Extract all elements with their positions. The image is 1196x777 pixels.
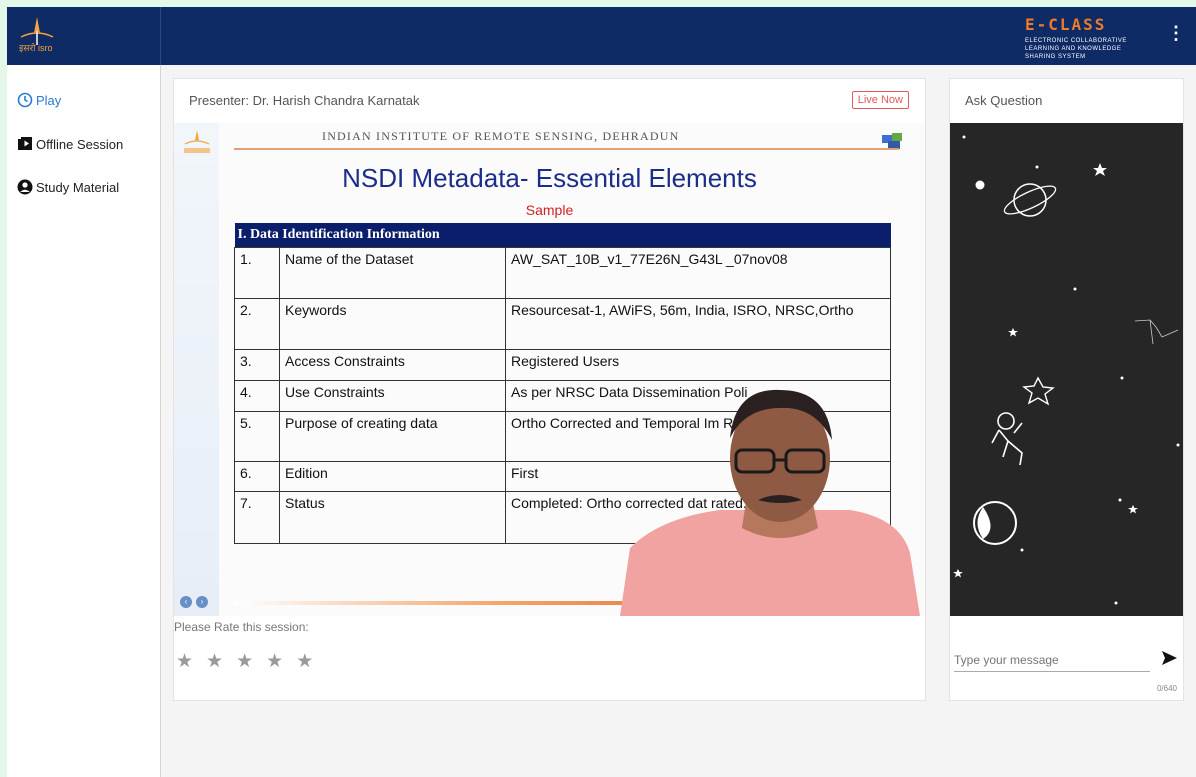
star-icon[interactable]: ★ [206, 652, 223, 671]
slide-header-divider [234, 148, 899, 150]
row-number: 4. [234, 380, 280, 412]
row-field-name: Use Constraints [279, 380, 506, 412]
user-circle-icon [17, 179, 33, 195]
star-icon[interactable]: ★ [296, 652, 313, 671]
video-stream[interactable]: INDIAN INSTITUTE OF REMOTE SENSING, DEHR… [174, 123, 925, 616]
row-field-name: Keywords [279, 298, 506, 350]
space-doodle-background [953, 135, 1180, 605]
sidebar-item-study-material[interactable]: Study Material [17, 179, 119, 195]
slide-side-strip [174, 123, 219, 616]
ask-question-title: Ask Question [965, 93, 1043, 108]
row-field-value: Resourcesat-1, AWiFS, 56m, India, ISRO, … [505, 298, 891, 350]
table-row: 3. Access Constraints Registered Users [234, 349, 891, 381]
kebab-menu-icon[interactable]: ⋮ [1167, 23, 1185, 44]
clock-icon [17, 92, 33, 108]
eclass-brand: E-CLASS ELECTRONIC COLLABORATIVE LEARNIN… [1025, 15, 1150, 60]
eclass-tagline: ELECTRONIC COLLABORATIVE LEARNING AND KN… [1025, 38, 1127, 60]
live-now-badge[interactable]: Live Now [851, 91, 909, 109]
presenter-camera-feed [620, 389, 920, 616]
row-number: 7. [234, 491, 280, 544]
slide-subtitle: Sample [525, 202, 574, 218]
rating-stars[interactable]: ★ ★ ★ ★ ★ [176, 652, 313, 671]
row-number: 2. [234, 298, 280, 350]
slide-prev-icon[interactable]: ‹ [180, 596, 192, 608]
star-icon[interactable]: ★ [236, 652, 253, 671]
table-row: 2. Keywords Resourcesat-1, AWiFS, 56m, I… [234, 298, 891, 350]
row-field-name: Purpose of creating data [279, 411, 506, 462]
row-field-value: AW_SAT_10B_v1_77E26N_G43L _07nov08 [505, 247, 891, 299]
isro-logo[interactable]: इसरो isro [7, 7, 161, 65]
slide-next-icon[interactable]: › [196, 596, 208, 608]
sidebar: Play Offline Session Study Material [7, 65, 161, 777]
table-row: 1. Name of the Dataset AW_SAT_10B_v1_77E… [234, 247, 891, 299]
slide-title: NSDI Metadata- Essential Elements [342, 163, 757, 193]
sidebar-item-label: Study Material [36, 179, 120, 195]
top-header: इसरो isro E-CLASS ELECTRONIC COLLABORATI… [7, 7, 1196, 65]
row-field-name: Name of the Dataset [279, 247, 506, 299]
star-icon[interactable]: ★ [266, 652, 283, 671]
sidebar-item-offline-session[interactable]: Offline Session [17, 136, 123, 152]
chat-messages-area[interactable] [950, 123, 1183, 616]
logo-text: इसरो isro [19, 43, 53, 53]
character-counter: 0/640 [1156, 684, 1177, 693]
chat-card: Ask Question Type your message 0/640 [949, 78, 1184, 701]
sidebar-item-label: Play [36, 92, 62, 108]
send-icon[interactable] [1160, 649, 1178, 667]
row-field-value: Registered Users [505, 349, 891, 381]
sidebar-item-play[interactable]: Play [17, 92, 61, 108]
video-card: Presenter: Dr. Harish Chandra Karnatak L… [173, 78, 926, 701]
rating-label: Please Rate this session: [174, 620, 309, 634]
row-number: 5. [234, 411, 280, 462]
table-header-row: I. Data Identification Information [234, 223, 891, 248]
row-field-name: Status [279, 491, 506, 544]
slide-institute-header: INDIAN INSTITUTE OF REMOTE SENSING, DEHR… [322, 129, 680, 143]
sidebar-item-label: Offline Session [36, 136, 124, 152]
presenter-name: Presenter: Dr. Harish Chandra Karnatak [189, 93, 420, 108]
row-number: 6. [234, 461, 280, 492]
table-section-title: I. Data Identification Information [234, 223, 891, 248]
star-icon[interactable]: ★ [176, 652, 193, 671]
play-box-icon [18, 137, 32, 150]
isro-slide-logo-icon [184, 130, 210, 153]
row-number: 1. [234, 247, 280, 299]
eclass-logo-text: E-CLASS [1025, 15, 1107, 34]
row-number: 3. [234, 349, 280, 381]
row-field-name: Edition [279, 461, 506, 492]
app-frame: इसरो isro E-CLASS ELECTRONIC COLLABORATI… [7, 7, 1196, 777]
message-input[interactable] [954, 649, 1150, 672]
row-field-name: Access Constraints [279, 349, 506, 381]
